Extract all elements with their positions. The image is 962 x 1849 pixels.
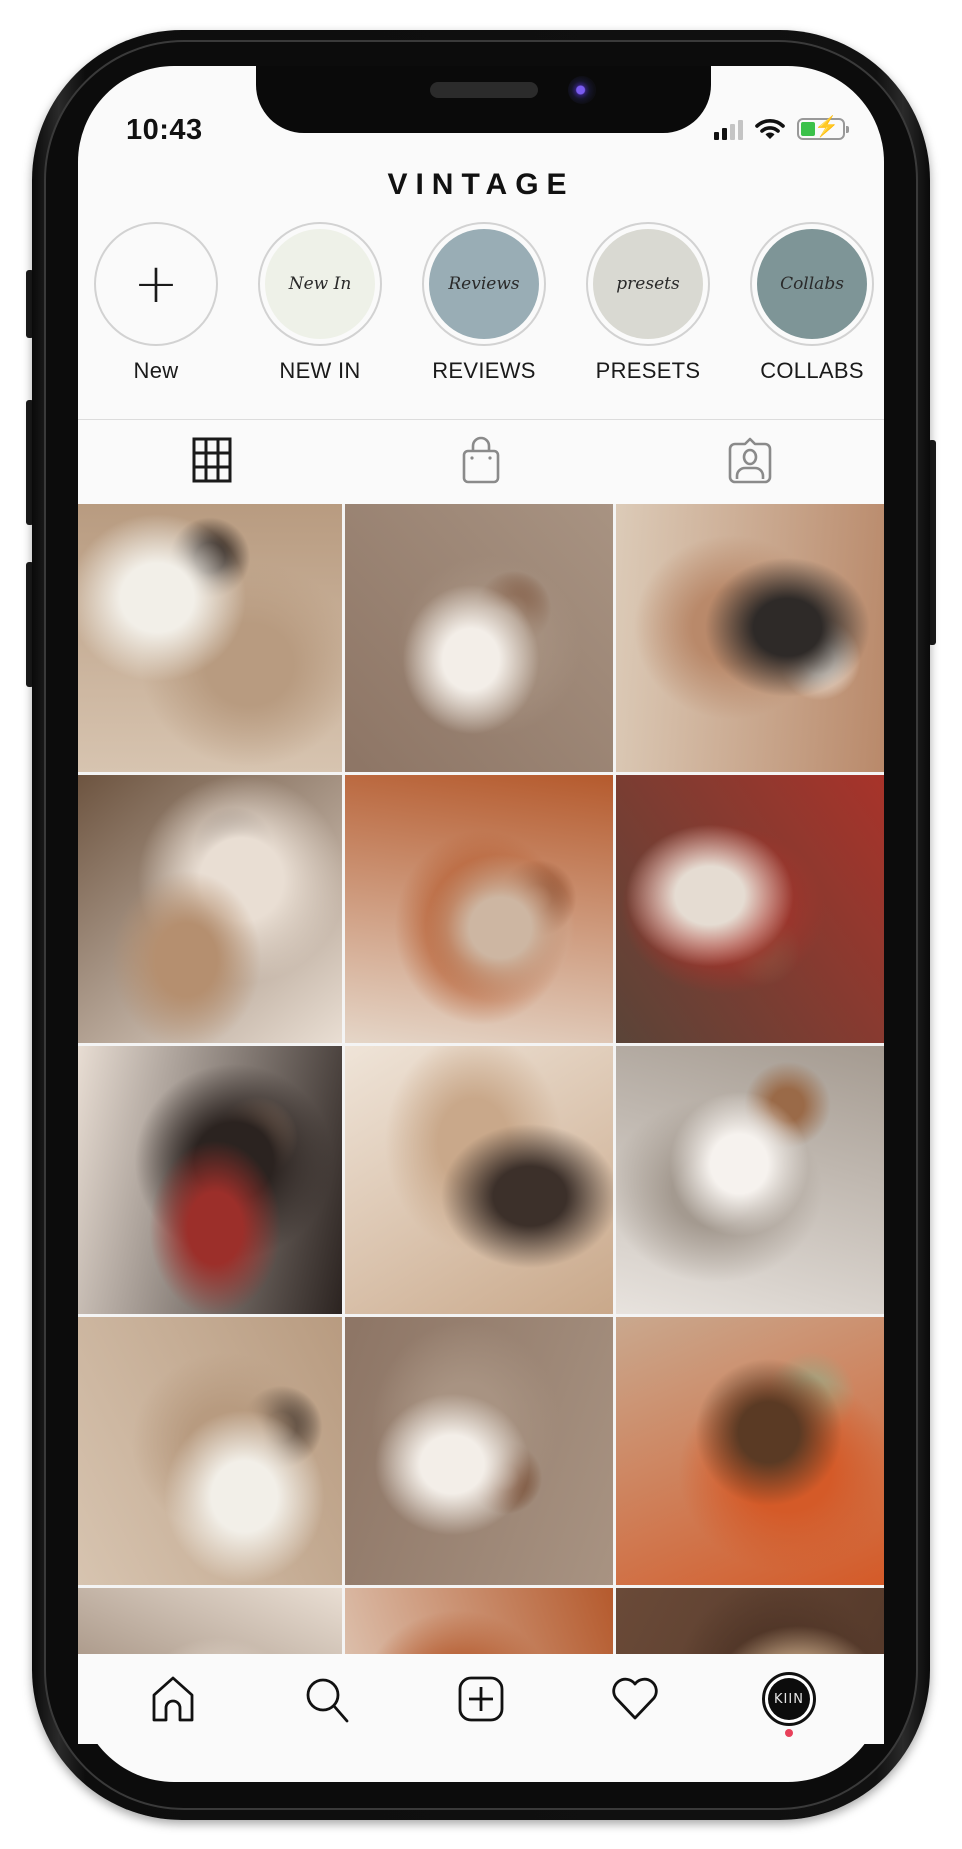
grid-photo[interactable]	[345, 1046, 613, 1314]
wifi-icon	[755, 119, 785, 139]
profile-avatar: KIIN	[762, 1672, 816, 1726]
highlight-collabs[interactable]: Collabs COLLABS	[750, 222, 874, 384]
profile-username-title: VINTAGE	[387, 168, 575, 201]
cellular-signal-icon	[714, 120, 743, 140]
story-highlights: + New New In NEW IN Reviews REVIEWS pres…	[94, 222, 874, 384]
highlight-cover-text: New In	[288, 274, 352, 294]
earpiece-speaker	[430, 82, 538, 98]
signal-bar	[722, 128, 727, 140]
grid-photo[interactable]	[616, 1588, 884, 1654]
grid-photo[interactable]	[78, 1588, 342, 1654]
avatar-logo-text: KIIN	[768, 1678, 810, 1720]
highlight-cover-text: presets	[616, 274, 680, 294]
battery-level	[801, 122, 815, 136]
grid-photo[interactable]	[345, 775, 613, 1043]
highlight-cover: presets	[593, 229, 703, 339]
nav-new-post[interactable]	[441, 1659, 521, 1739]
charging-bolt-icon: ⚡	[814, 116, 839, 138]
highlight-label: REVIEWS	[432, 358, 536, 383]
grid-photo[interactable]	[78, 504, 342, 772]
battery-icon: ⚡	[797, 116, 849, 140]
highlight-new-in[interactable]: New In NEW IN	[258, 222, 382, 384]
highlight-ring: +	[94, 222, 218, 346]
status-time: 10:43	[126, 114, 203, 146]
notification-dot	[785, 1729, 793, 1737]
shopping-bag-icon	[462, 436, 500, 484]
highlight-reviews[interactable]: Reviews REVIEWS	[422, 222, 546, 384]
status-icons: ⚡	[714, 116, 849, 140]
grid-photo[interactable]	[616, 504, 884, 772]
photo-grid	[78, 504, 884, 1654]
home-icon	[152, 1676, 194, 1722]
highlight-cover-text: Reviews	[448, 274, 520, 294]
grid-photo[interactable]	[78, 1046, 342, 1314]
grid-photo[interactable]	[78, 1317, 342, 1585]
tab-tagged[interactable]	[615, 420, 884, 500]
grid-icon	[192, 437, 232, 483]
search-icon	[306, 1678, 349, 1723]
highlight-label: NEW IN	[279, 358, 361, 383]
highlight-presets[interactable]: presets PRESETS	[586, 222, 710, 384]
add-post-icon	[458, 1676, 504, 1722]
highlight-cover: Collabs	[757, 229, 867, 339]
grid-photo[interactable]	[345, 1317, 613, 1585]
highlight-cover: New In	[265, 229, 375, 339]
profile-tabs	[78, 420, 884, 500]
nav-activity[interactable]	[595, 1659, 675, 1739]
highlight-ring: Collabs	[750, 222, 874, 346]
notch	[256, 66, 711, 133]
highlight-ring: New In	[258, 222, 382, 346]
highlight-ring: Reviews	[422, 222, 546, 346]
highlight-ring: presets	[586, 222, 710, 346]
tab-shop[interactable]	[347, 420, 616, 500]
grid-photo[interactable]	[345, 504, 613, 772]
highlight-label: COLLABS	[760, 358, 864, 383]
grid-photo[interactable]	[616, 775, 884, 1043]
plus-icon: +	[133, 252, 179, 315]
signal-bar	[738, 120, 743, 140]
nav-profile[interactable]: KIIN	[749, 1659, 829, 1739]
nav-search[interactable]	[287, 1659, 367, 1739]
bottom-nav: KIIN	[78, 1654, 884, 1744]
nav-home[interactable]	[133, 1659, 213, 1739]
tab-posts-grid[interactable]	[78, 420, 347, 500]
heart-icon	[612, 1677, 658, 1720]
highlight-cover: Reviews	[429, 229, 539, 339]
grid-photo[interactable]	[616, 1317, 884, 1585]
battery-cap	[846, 126, 849, 133]
tagged-person-icon	[728, 437, 771, 484]
front-camera	[568, 76, 596, 104]
grid-photo[interactable]	[78, 775, 342, 1043]
highlight-label: New	[133, 358, 179, 383]
grid-photo[interactable]	[345, 1588, 613, 1654]
signal-bar	[730, 124, 735, 140]
highlight-cover-text: Collabs	[780, 274, 844, 294]
highlight-new[interactable]: + New	[94, 222, 218, 384]
highlight-label: PRESETS	[595, 358, 701, 383]
grid-photo[interactable]	[616, 1046, 884, 1314]
signal-bar	[714, 132, 719, 140]
